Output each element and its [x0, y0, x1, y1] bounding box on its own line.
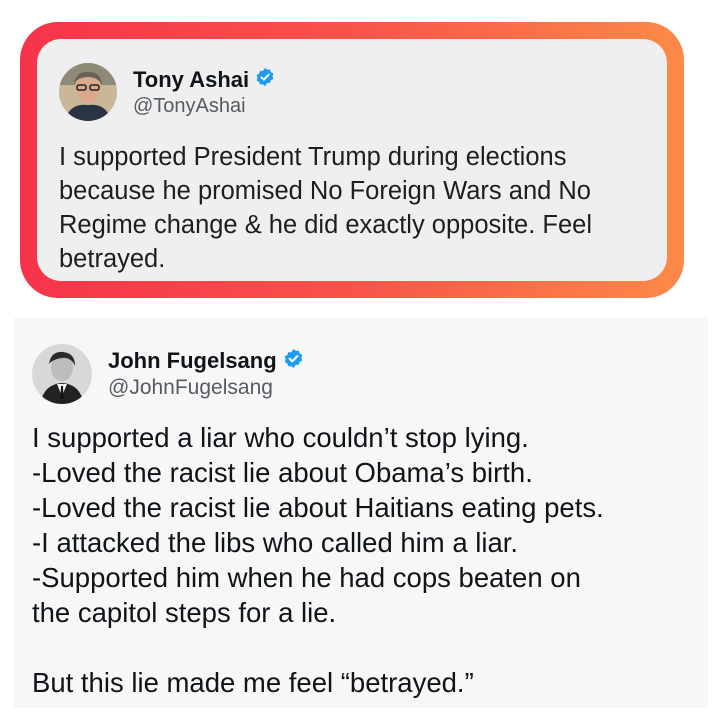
avatar[interactable] [59, 63, 117, 121]
verified-badge-icon [255, 67, 275, 92]
quoted-tweet-frame: Tony Ashai @TonyAshai I supported Presid… [20, 22, 684, 298]
quoted-tweet-card[interactable]: Tony Ashai @TonyAshai I supported Presid… [37, 39, 667, 281]
user-photo-avatar-icon [59, 63, 117, 121]
tweet-text-line: -Supported him when he had cops beaten o… [32, 562, 581, 593]
verified-badge-icon [283, 348, 304, 374]
tweet-closing-line: But this lie made me feel “betrayed.” [32, 667, 474, 698]
tweet-text-line: betrayed. [59, 245, 166, 273]
avatar[interactable] [32, 344, 92, 404]
tweet-text-line: -I attacked the libs who called him a li… [32, 527, 519, 558]
tweet-text-line: because he promised No Foreign Wars and … [59, 177, 591, 205]
display-name[interactable]: Tony Ashai [133, 67, 249, 93]
quoted-tweet-header: Tony Ashai @TonyAshai [59, 63, 645, 121]
main-tweet-text: I supported a liar who couldn’t stop lyi… [32, 420, 702, 700]
user-handle[interactable]: @TonyAshai [133, 95, 275, 118]
tweet-text-line: -Loved the racist lie about Haitians eat… [32, 492, 604, 523]
user-photo-avatar-icon [32, 344, 92, 404]
display-name[interactable]: John Fugelsang [108, 348, 277, 374]
main-tweet-header: John Fugelsang @JohnFugelsang [32, 344, 708, 404]
quoted-tweet-text: I supported President Trump during elect… [59, 140, 669, 276]
tweet-text-line: I supported President Trump during elect… [59, 143, 567, 171]
user-handle[interactable]: @JohnFugelsang [108, 376, 304, 400]
tweet-text-line: I supported a liar who couldn’t stop lyi… [32, 422, 529, 453]
tweet-text-line: Regime change & he did exactly opposite.… [59, 211, 592, 239]
main-tweet[interactable]: John Fugelsang @JohnFugelsang I supporte… [14, 318, 708, 708]
tweet-text-line: -Loved the racist lie about Obama’s birt… [32, 457, 533, 488]
tweet-text-line: the capitol steps for a lie. [32, 597, 337, 628]
